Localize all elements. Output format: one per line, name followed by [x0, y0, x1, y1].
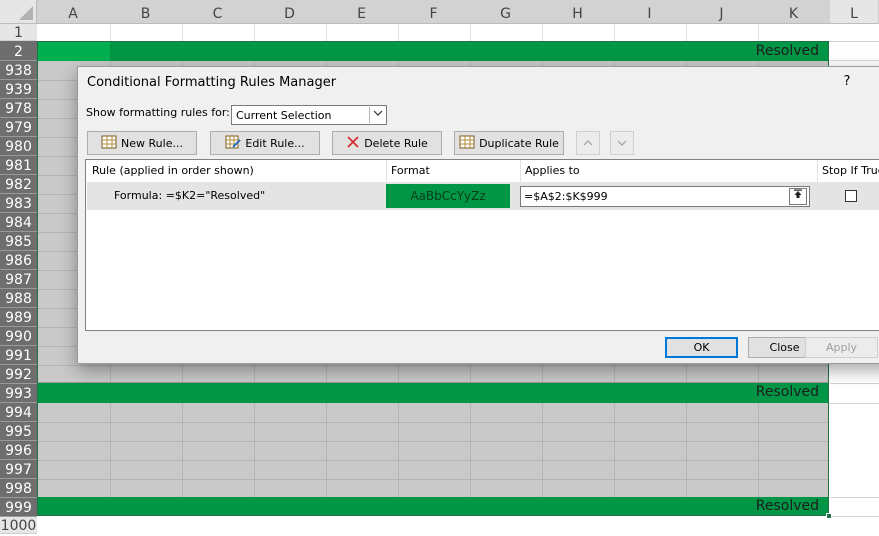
row-header-994[interactable]: 994 — [0, 403, 37, 422]
row-header-982[interactable]: 982 — [0, 175, 37, 194]
table-edit-icon — [225, 135, 242, 152]
row-993-band: Resolved — [37, 383, 829, 403]
show-rules-select[interactable]: Current Selection — [231, 105, 387, 125]
column-header-h[interactable]: H — [542, 0, 614, 24]
move-down-button[interactable] — [610, 131, 634, 155]
chevron-down-icon[interactable] — [369, 107, 385, 123]
row-header-989[interactable]: 989 — [0, 308, 37, 327]
row-header-996[interactable]: 996 — [0, 441, 37, 460]
column-header-rule[interactable]: Rule (applied in order shown) — [92, 160, 254, 180]
ok-label: OK — [693, 341, 710, 354]
move-up-button[interactable] — [576, 131, 600, 155]
row-header-985[interactable]: 985 — [0, 232, 37, 251]
column-header-l[interactable]: L — [830, 0, 879, 24]
row-header-988[interactable]: 988 — [0, 289, 37, 308]
delete-x-icon — [346, 135, 360, 152]
show-rules-label: Show formatting rules for: — [86, 106, 230, 119]
new-rule-label: New Rule... — [121, 136, 183, 150]
dialog-title: Conditional Formatting Rules Manager — [87, 75, 337, 90]
column-header-i[interactable]: I — [614, 0, 686, 24]
resolved-cell[interactable]: Resolved — [756, 43, 819, 59]
chevron-down-icon — [617, 137, 627, 150]
apply-button[interactable]: Apply — [805, 337, 878, 358]
row-header-987[interactable]: 987 — [0, 270, 37, 289]
format-preview: AaBbCcYyZz — [386, 184, 510, 208]
chevron-up-icon — [583, 137, 593, 150]
resolved-cell[interactable]: Resolved — [756, 384, 819, 400]
delete-rule-label: Delete Rule — [364, 136, 428, 150]
edit-rule-button[interactable]: Edit Rule... — [210, 131, 320, 155]
edit-rule-label: Edit Rule... — [245, 136, 305, 150]
row-header-990[interactable]: 990 — [0, 327, 37, 346]
apply-label: Apply — [825, 341, 858, 354]
show-rules-value: Current Selection — [236, 109, 332, 122]
table-duplicate-icon — [459, 135, 475, 152]
row-header-997[interactable]: 997 — [0, 460, 37, 479]
row-header-2[interactable]: 2 — [0, 41, 37, 61]
column-header-c[interactable]: C — [182, 0, 254, 24]
row-header-998[interactable]: 998 — [0, 479, 37, 498]
row-header-984[interactable]: 984 — [0, 213, 37, 232]
row-header-993[interactable]: 993 — [0, 384, 37, 403]
conditional-formatting-dialog: Conditional Formatting Rules Manager ? S… — [77, 66, 879, 364]
column-header-format[interactable]: Format — [391, 160, 430, 180]
select-all-corner[interactable] — [0, 0, 37, 24]
column-header-a[interactable]: A — [37, 0, 110, 24]
resolved-cell[interactable]: Resolved — [756, 498, 819, 514]
close-label: Close — [769, 341, 800, 354]
row-header-978[interactable]: 978 — [0, 99, 37, 118]
column-header-k[interactable]: K — [758, 0, 830, 24]
rule-formula: Formula: =$K2="Resolved" — [114, 189, 266, 202]
row-header-986[interactable]: 986 — [0, 251, 37, 270]
column-header-applies-to[interactable]: Applies to — [525, 160, 580, 180]
column-header-g[interactable]: G — [470, 0, 542, 24]
collapse-range-icon[interactable] — [789, 188, 807, 205]
column-header-b[interactable]: B — [110, 0, 182, 24]
row-header-999[interactable]: 999 — [0, 498, 37, 517]
selected-range-lower — [37, 403, 829, 497]
rules-list[interactable]: Rule (applied in order shown) Format App… — [85, 159, 879, 331]
row-header-1[interactable]: 1 — [0, 24, 37, 41]
row-header-981[interactable]: 981 — [0, 156, 37, 175]
row-header-939[interactable]: 939 — [0, 80, 37, 99]
delete-rule-button[interactable]: Delete Rule — [332, 131, 442, 155]
column-header-stop-if-true[interactable]: Stop If True — [822, 160, 879, 180]
row-header-979[interactable]: 979 — [0, 118, 37, 137]
applies-to-input[interactable]: =$A$2:$K$999 — [520, 186, 810, 207]
ok-button[interactable]: OK — [665, 337, 738, 358]
column-header-d[interactable]: D — [254, 0, 326, 24]
row-header-983[interactable]: 983 — [0, 194, 37, 213]
duplicate-rule-label: Duplicate Rule — [479, 136, 559, 150]
table-new-icon — [101, 135, 117, 152]
row-header-980[interactable]: 980 — [0, 137, 37, 156]
row-header-938[interactable]: 938 — [0, 61, 37, 80]
row-header-1000[interactable]: 1000 — [0, 517, 37, 534]
row-999-band: Resolved — [37, 497, 829, 516]
row-header-992[interactable]: 992 — [0, 365, 37, 384]
row-header-995[interactable]: 995 — [0, 422, 37, 441]
active-cell-a2[interactable] — [38, 42, 110, 61]
column-header-f[interactable]: F — [398, 0, 470, 24]
help-button[interactable]: ? — [840, 74, 854, 89]
stop-if-true-checkbox[interactable] — [845, 190, 857, 202]
row-header-991[interactable]: 991 — [0, 346, 37, 365]
new-rule-button[interactable]: New Rule... — [87, 131, 197, 155]
column-header-j[interactable]: J — [686, 0, 758, 24]
row-2-band: Resolved — [37, 42, 829, 61]
column-header-e[interactable]: E — [326, 0, 398, 24]
fill-handle[interactable] — [826, 513, 832, 519]
duplicate-rule-button[interactable]: Duplicate Rule — [454, 131, 564, 155]
applies-to-value: =$A$2:$K$999 — [524, 190, 608, 203]
